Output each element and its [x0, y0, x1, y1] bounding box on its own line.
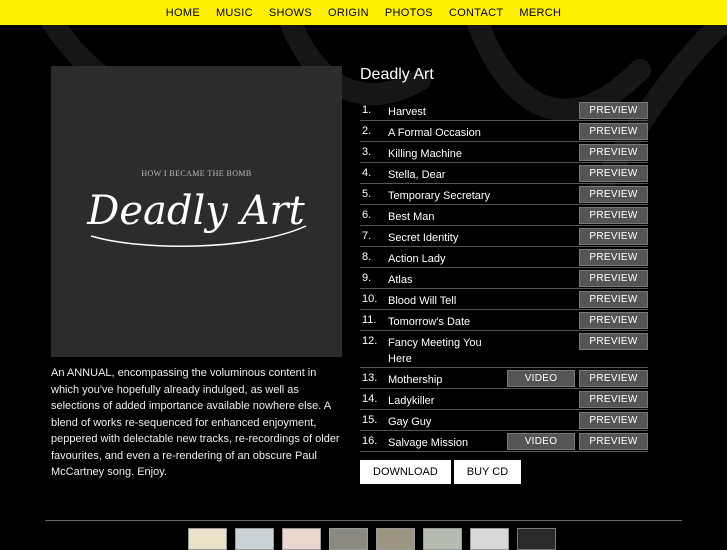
- track-number: 5.: [362, 188, 372, 200]
- track-number: 6.: [362, 209, 372, 221]
- track-number: 3.: [362, 146, 372, 158]
- preview-button[interactable]: PREVIEW: [579, 144, 648, 161]
- track-title: Salvage Mission: [388, 437, 469, 449]
- track-row: 3. Killing Machine PREVIEW: [360, 142, 648, 163]
- track-title: Atlas: [388, 274, 413, 286]
- track-row: 2. A Formal Occasion PREVIEW: [360, 121, 648, 142]
- track-number: 8.: [362, 251, 372, 263]
- track-row: 8. Action Lady PREVIEW: [360, 247, 648, 268]
- track-number: 2.: [362, 125, 372, 137]
- nav-merch[interactable]: MERCH: [511, 7, 569, 19]
- track-title: Best Man: [388, 211, 435, 223]
- track-title: Mothership: [388, 374, 443, 386]
- track-row: 9. Atlas PREVIEW: [360, 268, 648, 289]
- preview-button[interactable]: PREVIEW: [579, 333, 648, 350]
- video-button[interactable]: VIDEO: [507, 433, 575, 450]
- track-row: 16. Salvage Mission VIDEO PREVIEW: [360, 431, 648, 452]
- album-thumbnail[interactable]: [282, 528, 321, 550]
- track-title: Harvest: [388, 106, 426, 118]
- album-thumbnail[interactable]: [235, 528, 274, 550]
- track-number: 15.: [362, 414, 378, 426]
- track-title: Tomorrow's Date: [388, 316, 471, 328]
- album-thumbnails: [188, 528, 556, 550]
- track-number: 14.: [362, 393, 378, 405]
- album-thumbnail[interactable]: [517, 528, 556, 550]
- track-title: Blood Will Tell: [388, 295, 457, 307]
- track-row: 14. Ladykiller PREVIEW: [360, 389, 648, 410]
- download-button[interactable]: DOWNLOAD: [360, 460, 451, 484]
- track-number: 11.: [362, 314, 377, 326]
- video-button[interactable]: VIDEO: [507, 370, 575, 387]
- nav-origin[interactable]: ORIGIN: [320, 7, 377, 19]
- track-number: 4.: [362, 167, 372, 179]
- track-row: 4. Stella, Dear PREVIEW: [360, 163, 648, 184]
- preview-button[interactable]: PREVIEW: [579, 249, 648, 266]
- preview-button[interactable]: PREVIEW: [579, 312, 648, 329]
- track-title: Ladykiller: [388, 395, 435, 407]
- preview-button[interactable]: PREVIEW: [579, 207, 648, 224]
- preview-button[interactable]: PREVIEW: [579, 165, 648, 182]
- preview-button[interactable]: PREVIEW: [579, 291, 648, 308]
- track-title: Killing Machine: [388, 148, 462, 160]
- preview-button[interactable]: PREVIEW: [579, 102, 648, 119]
- track-title: Gay Guy: [388, 416, 432, 428]
- track-number: 7.: [362, 230, 372, 242]
- track-row: 13. Mothership VIDEO PREVIEW: [360, 368, 648, 389]
- album-thumbnail[interactable]: [376, 528, 415, 550]
- purchase-actions: DOWNLOAD BUY CD: [360, 460, 522, 484]
- track-number: 1.: [362, 104, 372, 116]
- track-list: 1. Harvest PREVIEW 2. A Formal Occasion PREVI…: [360, 100, 648, 452]
- album-thumbnail[interactable]: [188, 528, 227, 550]
- footer-divider: [45, 520, 682, 521]
- album-thumbnail[interactable]: [470, 528, 509, 550]
- album-thumbnail[interactable]: [423, 528, 462, 550]
- track-row: 5. Temporary Secretary PREVIEW: [360, 184, 648, 205]
- preview-button[interactable]: PREVIEW: [579, 370, 648, 387]
- track-number: 13.: [362, 372, 378, 384]
- nav-shows[interactable]: SHOWS: [261, 7, 320, 19]
- preview-button[interactable]: PREVIEW: [579, 433, 648, 450]
- track-row: 7. Secret Identity PREVIEW: [360, 226, 648, 247]
- track-number: 16.: [362, 435, 378, 447]
- top-navigation: HOME MUSIC SHOWS ORIGIN PHOTOS CONTACT M…: [0, 0, 727, 25]
- track-title: Secret Identity: [388, 232, 459, 244]
- album-thumbnail[interactable]: [329, 528, 368, 550]
- album-cover: HOW I BECAME THE BOMB Deadly Art: [51, 66, 342, 357]
- track-title: A Formal Occasion: [388, 127, 481, 139]
- album-title: Deadly Art: [360, 66, 434, 83]
- track-row: 10. Blood Will Tell PREVIEW: [360, 289, 648, 310]
- preview-button[interactable]: PREVIEW: [579, 186, 648, 203]
- nav-photos[interactable]: PHOTOS: [377, 7, 441, 19]
- track-title: Fancy Meeting You Here: [388, 337, 482, 365]
- preview-button[interactable]: PREVIEW: [579, 412, 648, 429]
- track-number: 12.: [362, 335, 378, 347]
- track-number: 10.: [362, 293, 378, 305]
- preview-button[interactable]: PREVIEW: [579, 123, 648, 140]
- cover-title: Deadly Art: [86, 188, 305, 234]
- track-title: Temporary Secretary: [388, 190, 491, 202]
- track-row: 15. Gay Guy PREVIEW: [360, 410, 648, 431]
- preview-button[interactable]: PREVIEW: [579, 270, 648, 287]
- track-row: 6. Best Man PREVIEW: [360, 205, 648, 226]
- buy-cd-button[interactable]: BUY CD: [453, 460, 522, 484]
- track-row: 1. Harvest PREVIEW: [360, 100, 648, 121]
- preview-button[interactable]: PREVIEW: [579, 228, 648, 245]
- album-description: An ANNUAL, encompassing the voluminous c…: [51, 367, 340, 478]
- track-row: 12. Fancy Meeting You Here PREVIEW: [360, 331, 648, 368]
- track-title: Action Lady: [388, 253, 446, 265]
- nav-home[interactable]: HOME: [158, 7, 208, 19]
- track-row: 11. Tomorrow's Date PREVIEW: [360, 310, 648, 331]
- nav-contact[interactable]: CONTACT: [441, 7, 511, 19]
- track-number: 9.: [362, 272, 372, 284]
- cover-title-lettering: Deadly Art: [86, 188, 307, 247]
- preview-button[interactable]: PREVIEW: [579, 391, 648, 408]
- nav-music[interactable]: MUSIC: [208, 7, 261, 19]
- track-title: Stella, Dear: [388, 169, 446, 181]
